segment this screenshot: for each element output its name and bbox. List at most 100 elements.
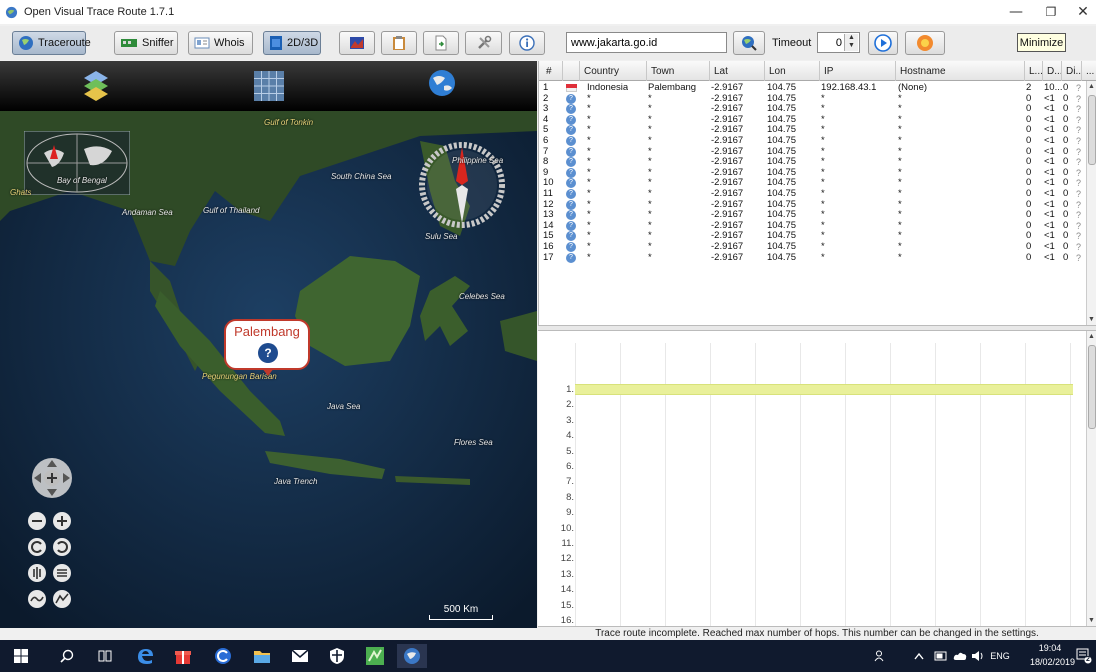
- column-header[interactable]: ...: [1082, 61, 1096, 81]
- search-button[interactable]: [52, 644, 82, 668]
- clock-time[interactable]: 19:04: [1034, 643, 1066, 653]
- gantt-scroll-thumb[interactable]: [1088, 345, 1096, 429]
- column-header[interactable]: Country: [580, 61, 647, 81]
- column-header[interactable]: Di...: [1062, 61, 1082, 81]
- ccleaner-app[interactable]: [208, 644, 238, 668]
- column-header[interactable]: IP: [820, 61, 896, 81]
- save-button[interactable]: [423, 31, 459, 55]
- table-row[interactable]: 15? * * -2.9167 104.75 * * 0 <1 0?: [539, 231, 1084, 242]
- row-info-icon[interactable]: ?: [1076, 200, 1081, 211]
- table-row[interactable]: 6? * * -2.9167 104.75 * * 0 <1 0?: [539, 136, 1084, 147]
- start-trace-button[interactable]: [868, 31, 898, 55]
- resolve-button[interactable]: [733, 31, 765, 55]
- table-row[interactable]: 14? * * -2.9167 104.75 * * 0 <1 0?: [539, 220, 1084, 232]
- table-row[interactable]: 5? * * -2.9167 104.75 * * 0 <1 0?: [539, 125, 1084, 136]
- zoom-controls[interactable]: [27, 511, 75, 531]
- close-button[interactable]: ✕: [1064, 0, 1096, 24]
- table-row[interactable]: 13? * * -2.9167 104.75 * * 0 <1 0?: [539, 210, 1084, 221]
- gantt-scrollbar[interactable]: ▲ ▼: [1086, 331, 1096, 626]
- grid-tiles-icon[interactable]: [254, 71, 284, 101]
- row-info-icon[interactable]: ?: [1076, 178, 1081, 189]
- earth-icon[interactable]: [428, 69, 456, 97]
- table-scroll-thumb[interactable]: [1088, 95, 1096, 165]
- row-info-icon[interactable]: ?: [1076, 125, 1081, 136]
- table-row[interactable]: 17? * * -2.9167 104.75 * * 0 <1 0?: [539, 252, 1084, 264]
- clock-date[interactable]: 18/02/2019: [1030, 657, 1075, 667]
- chevron-up-icon[interactable]: [914, 652, 924, 660]
- scroll-down-icon[interactable]: ▼: [1088, 316, 1095, 323]
- table-row[interactable]: 2? * * -2.9167 104.75 * * 0 <1 0?: [539, 93, 1084, 105]
- minimize-button[interactable]: —: [997, 0, 1035, 24]
- row-info-icon[interactable]: ?: [1076, 136, 1081, 147]
- start-button[interactable]: [6, 644, 36, 668]
- world-overview-map[interactable]: [24, 131, 130, 195]
- about-button[interactable]: [509, 31, 545, 55]
- row-info-icon[interactable]: ?: [1076, 94, 1081, 105]
- table-row[interactable]: 12? * * -2.9167 104.75 * * 0 <1 0?: [539, 199, 1084, 211]
- volume-icon[interactable]: [971, 650, 985, 662]
- url-input[interactable]: [566, 32, 727, 53]
- store-app[interactable]: [168, 644, 198, 668]
- stop-button[interactable]: [905, 31, 945, 55]
- column-header[interactable]: Town: [647, 61, 710, 81]
- rotate-controls[interactable]: [27, 537, 75, 557]
- table-row[interactable]: 7? * * -2.9167 104.75 * * 0 <1 0?: [539, 146, 1084, 158]
- gantt-scroll-up-icon[interactable]: ▲: [1088, 333, 1095, 340]
- row-info-icon[interactable]: ?: [1076, 231, 1081, 242]
- column-header[interactable]: L...: [1025, 61, 1043, 81]
- table-row[interactable]: 16? * * -2.9167 104.75 * * 0 <1 0?: [539, 242, 1084, 253]
- compass-icon[interactable]: [418, 141, 506, 229]
- row-info-icon[interactable]: ?: [1076, 104, 1081, 115]
- hops-table[interactable]: # Country Town Lat Lon IP Hostname L... D... Di..…: [538, 61, 1096, 325]
- timeout-spinner[interactable]: 0 ▲ ▼: [817, 32, 860, 53]
- app-green[interactable]: [360, 644, 390, 668]
- settings-button[interactable]: [465, 31, 502, 55]
- row-info-icon[interactable]: ?: [1076, 221, 1081, 232]
- table-row[interactable]: 4? * * -2.9167 104.75 * * 0 <1 0?: [539, 114, 1084, 126]
- battery-icon[interactable]: [934, 651, 948, 661]
- row-info-icon[interactable]: ?: [1076, 147, 1081, 158]
- table-row[interactable]: 10? * * -2.9167 104.75 * * 0 <1 0?: [539, 178, 1084, 189]
- table-row[interactable]: 8? * * -2.9167 104.75 * * 0 <1 0?: [539, 157, 1084, 168]
- table-row[interactable]: 9? * * -2.9167 104.75 * * 0 <1 0?: [539, 167, 1084, 179]
- row-info-icon[interactable]: ?: [1076, 83, 1081, 94]
- cloud-icon[interactable]: [953, 651, 967, 661]
- row-info-icon[interactable]: ?: [1076, 253, 1081, 264]
- map-view[interactable]: Gulf of Tonkin South China Sea Philippine …: [0, 61, 537, 628]
- layers-icon[interactable]: [83, 69, 109, 103]
- security-app[interactable]: [322, 644, 352, 668]
- row-info-icon[interactable]: ?: [1076, 210, 1081, 221]
- spinner-arrows-icon[interactable]: ▲ ▼: [844, 34, 858, 51]
- tilt-controls[interactable]: [27, 563, 75, 583]
- row-info-icon[interactable]: ?: [1076, 189, 1081, 200]
- column-header[interactable]: Hostname: [896, 61, 1025, 81]
- export-map-button[interactable]: [339, 31, 375, 55]
- table-scrollbar[interactable]: ▲ ▼: [1086, 81, 1096, 325]
- elevation-controls[interactable]: [27, 589, 75, 609]
- whois-button[interactable]: Whois: [188, 31, 253, 55]
- mode-2d3d-button[interactable]: 2D/3D: [263, 31, 321, 55]
- table-row[interactable]: 3? * * -2.9167 104.75 * * 0 <1 0?: [539, 104, 1084, 115]
- scroll-up-icon[interactable]: ▲: [1088, 83, 1095, 90]
- column-header[interactable]: Lon: [765, 61, 820, 81]
- traceroute-button[interactable]: Traceroute: [12, 31, 91, 55]
- table-row[interactable]: 11? * * -2.9167 104.75 * * 0 <1 0?: [539, 189, 1084, 200]
- row-info-icon[interactable]: ?: [1076, 115, 1081, 126]
- open-visual-traceroute-app[interactable]: [397, 644, 427, 668]
- table-row[interactable]: 1 Indonesia Palembang -2.9167 104.75 192.168.…: [539, 83, 1084, 94]
- row-info-icon[interactable]: ?: [1076, 157, 1081, 168]
- edge-app[interactable]: [130, 644, 160, 668]
- people-icon[interactable]: [874, 650, 888, 662]
- file-explorer-app[interactable]: [247, 644, 277, 668]
- mail-app[interactable]: [285, 644, 315, 668]
- language-indicator[interactable]: ENG: [986, 651, 1014, 661]
- pan-control-icon[interactable]: [30, 456, 74, 500]
- column-header[interactable]: Lat: [710, 61, 765, 81]
- gantt-scroll-down-icon[interactable]: ▼: [1088, 617, 1095, 624]
- row-info-icon[interactable]: ?: [1076, 242, 1081, 253]
- palembang-callout[interactable]: Palembang ?: [224, 319, 310, 370]
- column-header[interactable]: D...: [1043, 61, 1062, 81]
- clipboard-button[interactable]: [381, 31, 417, 55]
- column-header[interactable]: [563, 61, 580, 81]
- column-header[interactable]: #: [542, 61, 563, 81]
